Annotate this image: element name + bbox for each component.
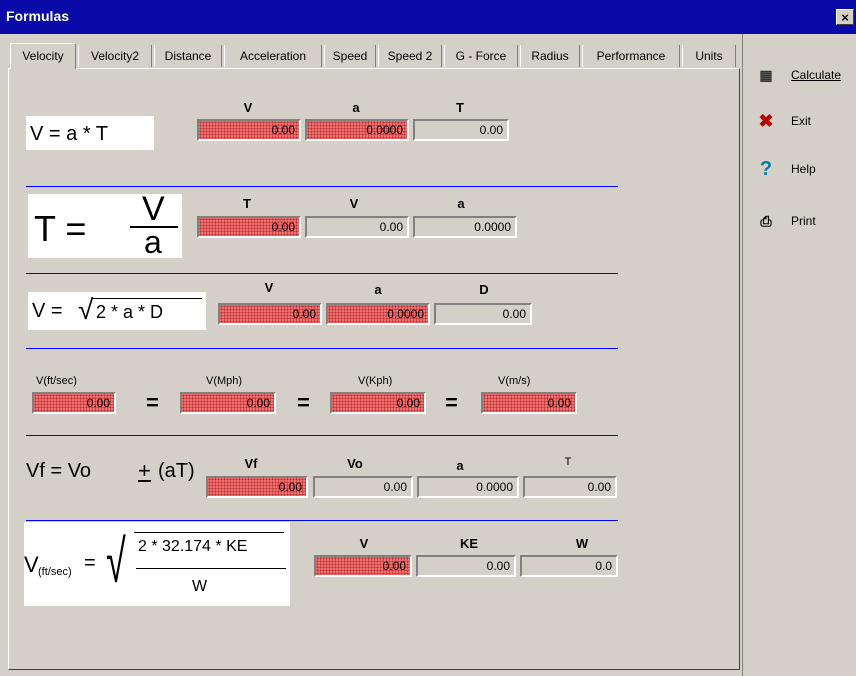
header-v-kph: V(Kph) (358, 375, 393, 387)
formula-v-equals-sqrt-2ad: V = √ 2 * a * D (28, 292, 206, 330)
formula-numerator: 2 * 32.174 * KE (138, 538, 248, 555)
formula-lhs: T = (34, 208, 87, 249)
radical-bar (134, 532, 284, 533)
input-t[interactable]: 0.00 (523, 476, 617, 498)
input-v[interactable]: 0.00 (218, 303, 322, 325)
formula-denominator: a (144, 224, 162, 260)
exit-label: Exit (791, 114, 812, 128)
equals-sign: = (445, 390, 458, 415)
separator (26, 186, 618, 187)
input-vo[interactable]: 0.00 (313, 476, 413, 498)
close-icon: ✖ (758, 111, 774, 131)
header-t: T (456, 100, 464, 115)
input-vf[interactable]: 0.00 (206, 476, 308, 498)
input-a[interactable]: 0.0000 (326, 303, 430, 325)
header-d: D (479, 282, 489, 297)
formula-radicand: 2 * a * D (96, 302, 164, 322)
input-ke[interactable]: 0.00 (416, 555, 516, 577)
tab-units[interactable]: Units (682, 45, 736, 67)
header-a: a (456, 458, 464, 473)
radical-bar (92, 298, 202, 299)
tab-radius[interactable]: Radius (520, 45, 580, 67)
input-v-ft-sec[interactable]: 0.00 (32, 392, 116, 414)
formula-part-a: Vf = Vo (26, 460, 92, 482)
tab-g-force[interactable]: G - Force (444, 45, 518, 67)
print-label: Print (791, 214, 816, 228)
formula-vf-equals-vo-plus-at: Vf = Vo + (aT) (26, 456, 206, 488)
tab-distance[interactable]: Distance (154, 45, 222, 67)
close-button[interactable]: × (836, 9, 854, 25)
separator (26, 435, 618, 436)
separator (26, 520, 618, 521)
output-d[interactable]: 0.00 (434, 303, 532, 325)
output-t[interactable]: 0.00 (413, 119, 509, 141)
tab-speed-2[interactable]: Speed 2 (378, 45, 442, 67)
tab-acceleration[interactable]: Acceleration (224, 45, 322, 67)
input-a[interactable]: 0.0000 (417, 476, 519, 498)
header-vf: Vf (244, 456, 258, 471)
help-label: Help (791, 162, 816, 176)
window-title: Formulas (6, 8, 70, 24)
separator (26, 348, 618, 349)
tab-performance[interactable]: Performance (582, 45, 680, 67)
formula-part-b: (aT) (158, 460, 195, 482)
formula-t-equals-v-over-a: T = V a (28, 190, 182, 260)
separator (26, 273, 618, 274)
plus-minus-icon: + (138, 458, 151, 483)
header-a: a (457, 196, 465, 211)
formula-equals: = (84, 552, 96, 574)
tab-velocity2[interactable]: Velocity2 (78, 45, 152, 67)
fraction-bar (136, 568, 286, 569)
input-v[interactable]: 0.00 (197, 119, 301, 141)
exit-button[interactable]: ✖ Exit (751, 108, 851, 136)
help-icon: ? (759, 158, 773, 180)
input-t[interactable]: 0.00 (197, 216, 301, 238)
print-button[interactable]: ⎙ Print (751, 208, 851, 236)
header-v: V (243, 100, 253, 115)
formula-subscript: (ft/sec) (38, 566, 72, 578)
header-t: T (243, 196, 251, 211)
equals-sign: = (297, 390, 310, 415)
tab-velocity[interactable]: Velocity (10, 43, 76, 69)
header-a: a (374, 282, 382, 297)
header-v: V (349, 196, 359, 211)
input-v-m-s[interactable]: 0.00 (481, 392, 577, 414)
input-a[interactable]: 0.0000 (305, 119, 409, 141)
equals-sign: = (146, 390, 159, 415)
formula-v: V (24, 552, 39, 577)
header-v-mph: V(Mph) (206, 375, 243, 387)
input-w[interactable]: 0.0 (520, 555, 618, 577)
formula-v-equals-a-times-t: V = a * T (26, 116, 154, 150)
calculator-icon: ▦ (759, 67, 773, 83)
input-v-kph[interactable]: 0.00 (330, 392, 426, 414)
input-v-mph[interactable]: 0.00 (180, 392, 276, 414)
title-bar: Formulas × (0, 0, 856, 34)
header-w: W (575, 536, 589, 551)
help-button[interactable]: ? Help (751, 156, 851, 184)
formula-text: V = a * T (30, 123, 109, 145)
formula-v-from-kinetic-energy: V (ft/sec) = √ 2 * 32.174 * KE W (24, 522, 290, 606)
calculate-label: Calculate (791, 68, 842, 82)
tab-speed[interactable]: Speed (324, 45, 376, 67)
radical-icon: √ (106, 528, 126, 595)
output-a[interactable]: 0.0000 (413, 216, 517, 238)
header-t: T (564, 456, 572, 468)
header-v-ft-sec: V(ft/sec) (36, 375, 77, 387)
header-v-m-s: V(m/s) (498, 375, 531, 387)
output-v[interactable]: 0.00 (305, 216, 409, 238)
action-sidebar: ▦ Calculate ✖ Exit ? Help ⎙ Print (742, 34, 856, 676)
formula-denominator: W (192, 578, 208, 595)
header-a: a (352, 100, 360, 115)
formula-lhs: V = (32, 300, 63, 322)
calculate-button[interactable]: ▦ Calculate (751, 62, 851, 90)
printer-icon: ⎙ (760, 213, 772, 229)
header-ke: KE (459, 536, 479, 551)
input-v[interactable]: 0.00 (314, 555, 412, 577)
header-v: V (359, 536, 369, 551)
header-v: V (264, 280, 274, 295)
header-vo: Vo (347, 456, 363, 471)
